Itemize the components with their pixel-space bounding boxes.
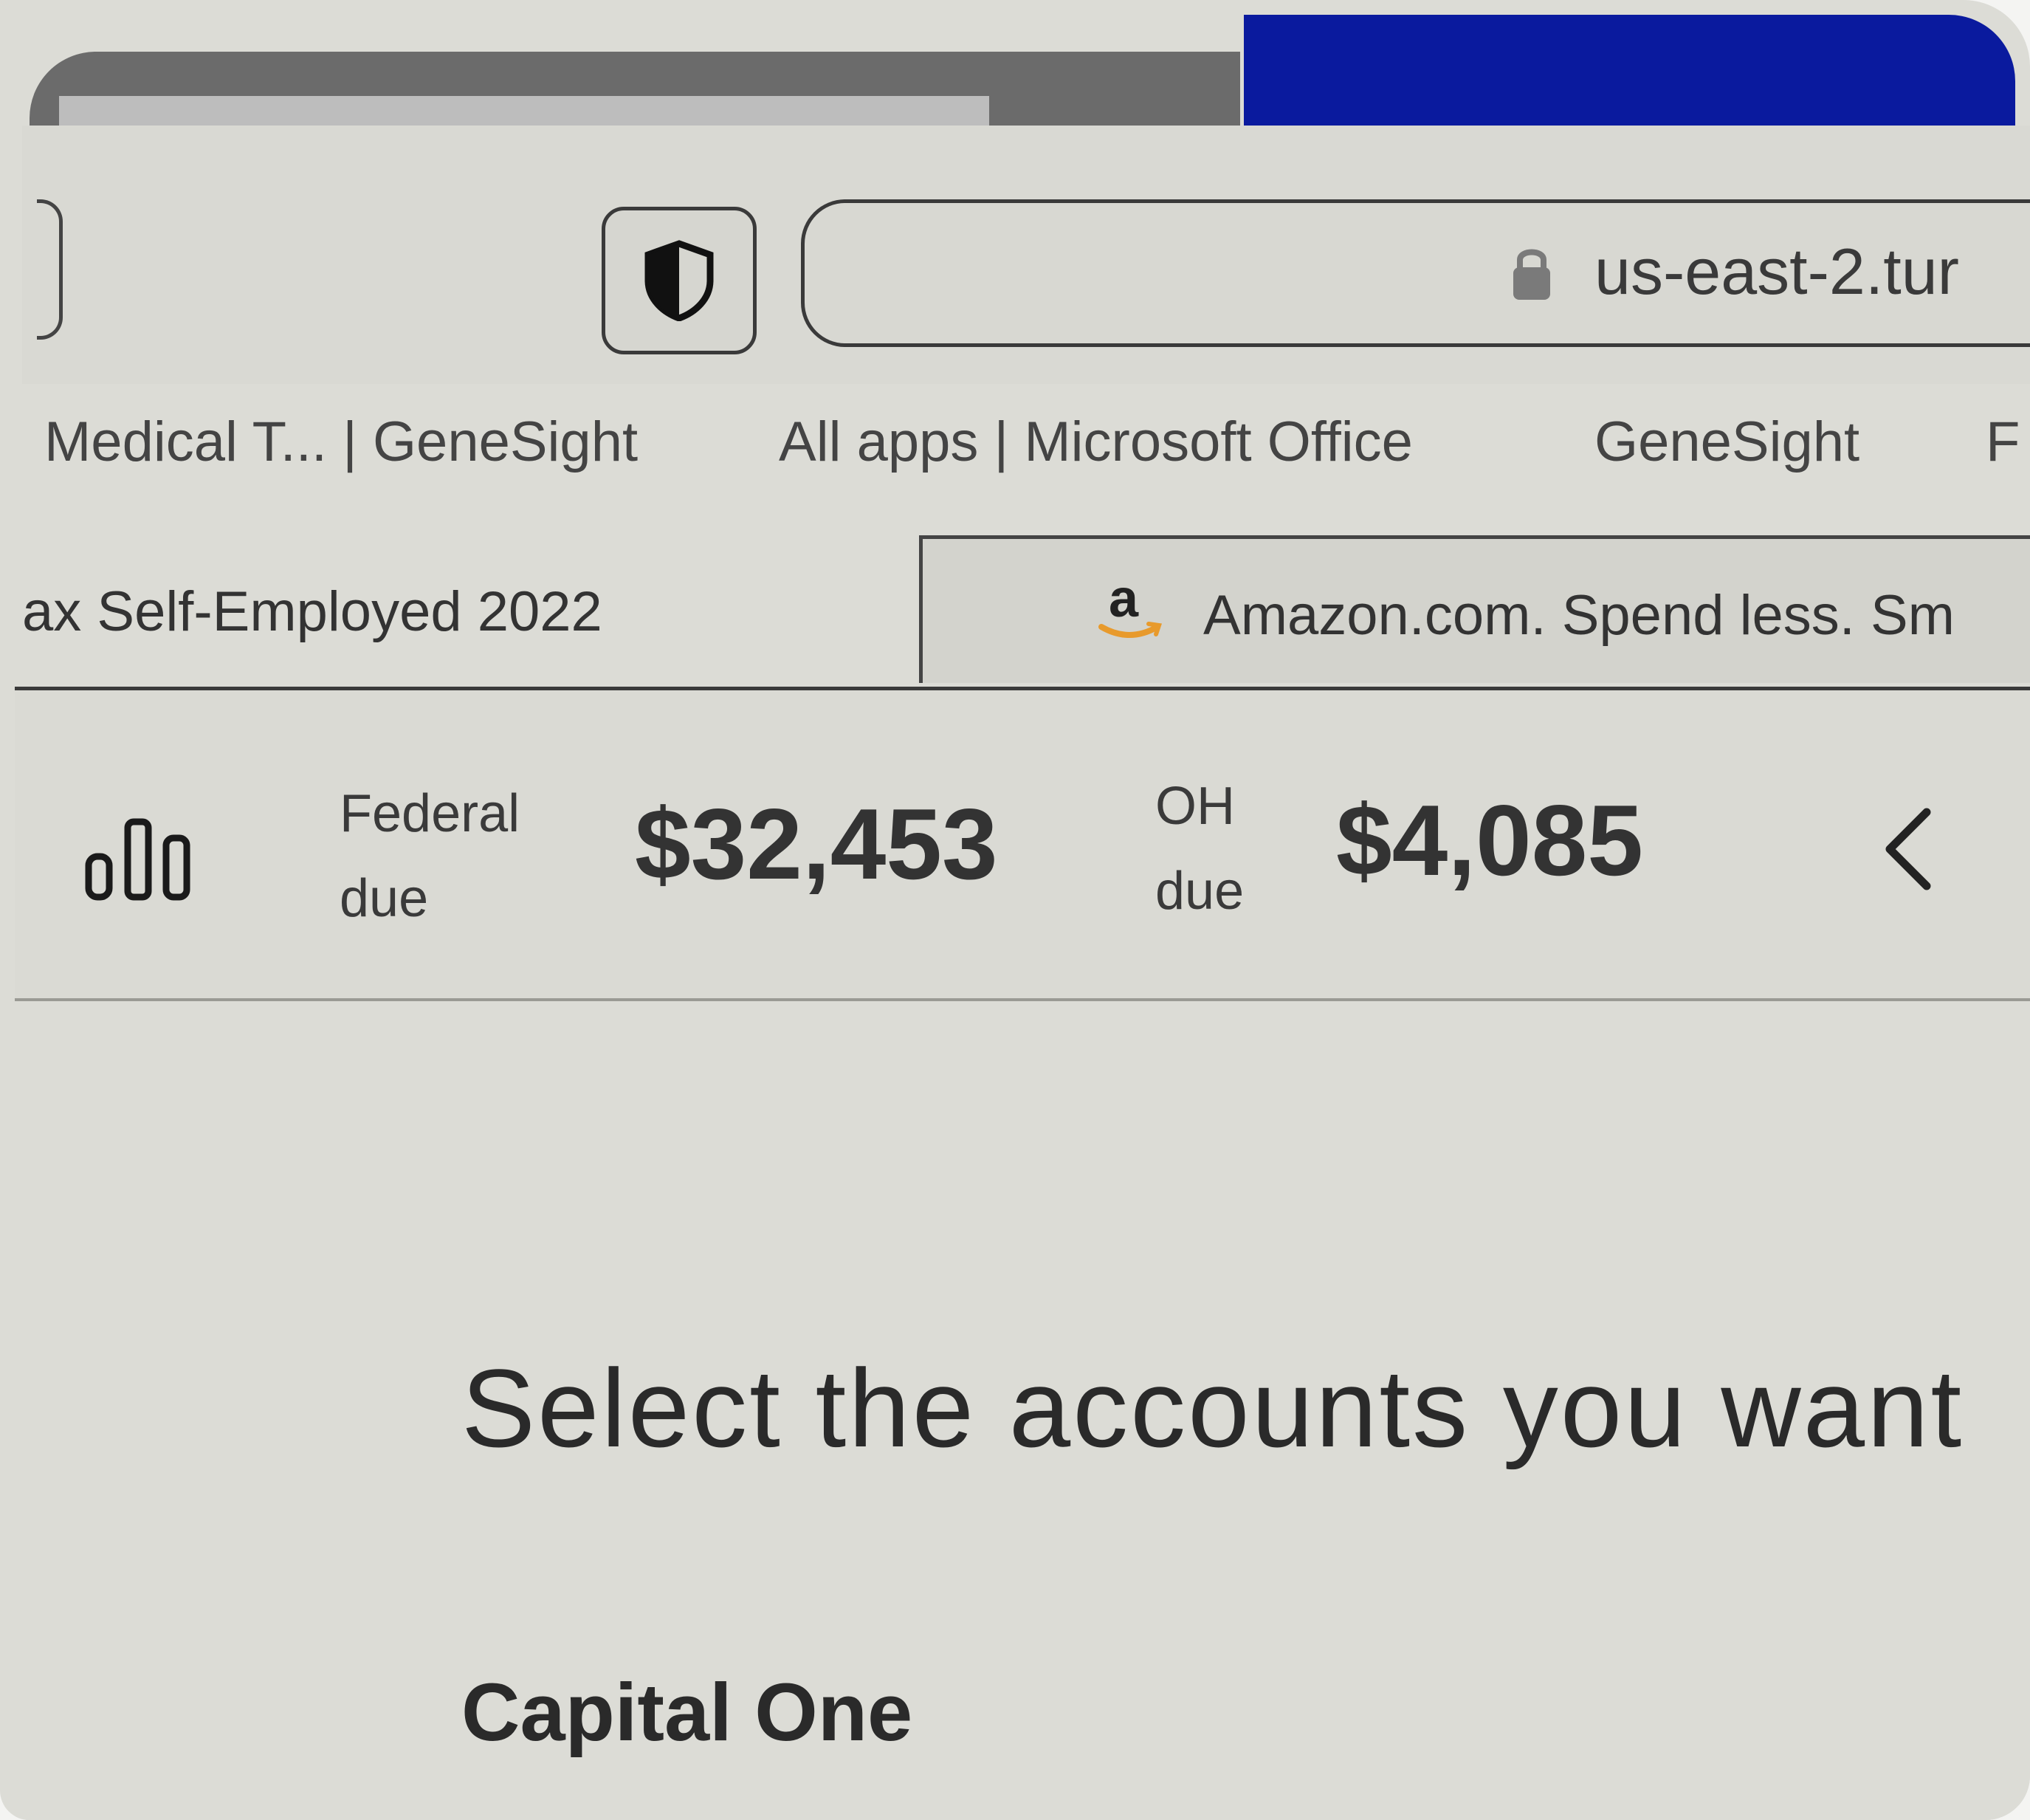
account-item-capital-one[interactable]: Capital One (461, 1666, 912, 1759)
shield-half-icon (644, 240, 714, 321)
sidebar-toggle-button[interactable] (37, 199, 63, 340)
tab-amazon[interactable]: a Amazon.com. Spend less. Sm (919, 535, 2030, 683)
window-top-strip-inner (59, 96, 989, 126)
amazon-icon: a (1098, 572, 1162, 638)
lock-icon (1513, 249, 1550, 300)
amazon-icon-letter: a (1109, 572, 1139, 628)
bookmarks-bar: Medical T... | GeneSight All apps | Micr… (15, 410, 2030, 476)
federal-due-label: Federal due (340, 772, 520, 941)
state-due-label: OH due (1155, 764, 1244, 934)
state-label-line1: OH (1155, 777, 1235, 836)
page-heading: Select the accounts you want (461, 1346, 1964, 1470)
browser-toolbar: us-east-2.tur (22, 126, 2030, 384)
federal-due-amount: $32,453 (635, 788, 998, 900)
state-due-amount: $4,085 (1336, 784, 1643, 896)
tab-bar: ax Self-Employed 2022 a Amazon.com. Spen… (15, 532, 2030, 687)
federal-label-line1: Federal (340, 784, 520, 843)
url-text: us-east-2.tur (1594, 235, 1959, 308)
tab-turbotax[interactable]: ax Self-Employed 2022 (15, 532, 915, 679)
tab-title: ax Self-Employed 2022 (22, 580, 602, 643)
chevron-left-icon[interactable] (1875, 801, 1941, 897)
federal-label-line2: due (340, 869, 429, 928)
main-content: Select the accounts you want Capital One (15, 1001, 2030, 1820)
bookmark-genesight-medical[interactable]: Medical T... | GeneSight (44, 410, 638, 474)
bar-chart-icon[interactable] (85, 816, 196, 901)
bookmark-genesight[interactable]: GeneSight (1594, 410, 1859, 474)
privacy-shield-button[interactable] (602, 207, 757, 354)
screen: us-east-2.tur Medical T... | GeneSight A… (0, 0, 2030, 1820)
bookmark-overflow[interactable]: F (1986, 410, 2020, 474)
tab-title: Amazon.com. Spend less. Sm (1203, 584, 1955, 647)
window-top-strip-accent (1244, 15, 2015, 126)
address-bar[interactable]: us-east-2.tur (801, 199, 2030, 347)
bookmark-microsoft-office[interactable]: All apps | Microsoft Office (779, 410, 1413, 474)
tax-summary-bar: Federal due $32,453 OH due $4,085 (15, 690, 2030, 1000)
state-label-line2: due (1155, 862, 1245, 921)
